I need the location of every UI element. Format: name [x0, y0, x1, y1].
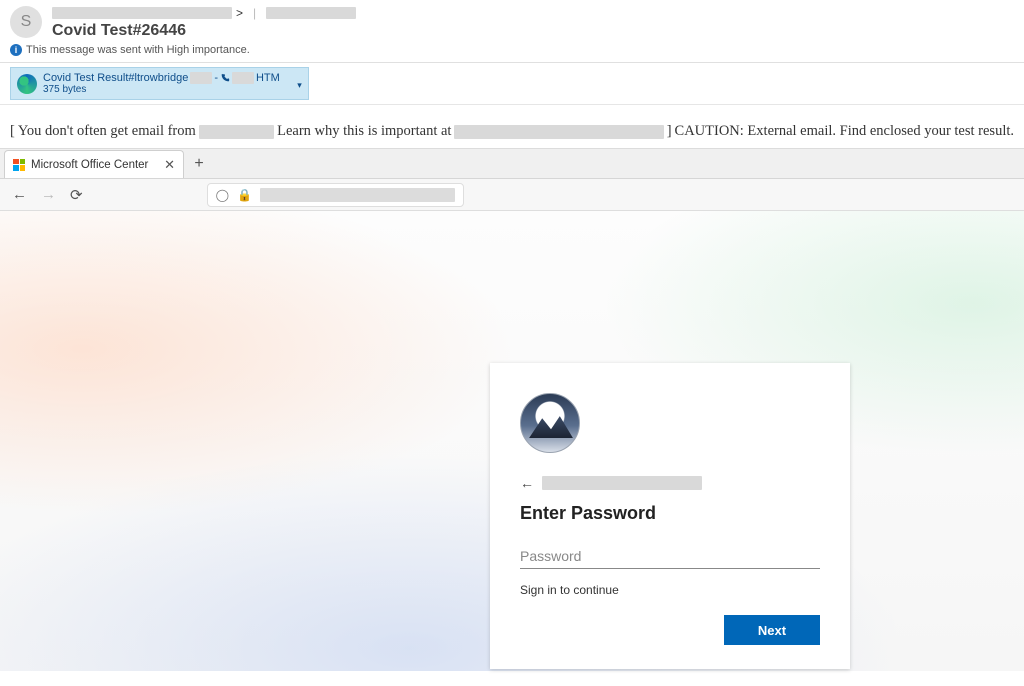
tab-active[interactable]: Microsoft Office Center ✕: [4, 150, 184, 178]
browser-window: Microsoft Office Center ✕ + ← → ⟳ ◯ 🔒 ← …: [0, 148, 1024, 671]
attachment-name-suffix: HTM: [256, 72, 280, 84]
url-field[interactable]: ◯ 🔒: [207, 183, 464, 207]
from-line: > |: [52, 6, 1014, 20]
password-input[interactable]: [520, 542, 820, 569]
attachment-dash: -: [214, 72, 218, 84]
redacted-account-email: [542, 476, 702, 490]
angle-close: >: [236, 6, 243, 20]
page-content: ← Enter Password Sign in to continue Nex…: [0, 211, 1024, 671]
attachment-size: 375 bytes: [43, 84, 280, 95]
attachment-text: Covid Test Result#ltrowbridge - HTM 375 …: [43, 72, 280, 95]
lock-warning-icon: 🔒: [237, 188, 252, 202]
email-body: [ You don't often get email from Learn w…: [0, 105, 1024, 148]
next-button[interactable]: Next: [724, 615, 820, 645]
body-text-1: You don't often get email from: [18, 123, 196, 140]
importance-text: This message was sent with High importan…: [26, 44, 250, 56]
body-bracket-close: ]: [667, 123, 672, 140]
sender-meta: > | Covid Test#26446: [52, 6, 1014, 40]
sender-avatar: S: [10, 6, 42, 38]
redacted-sender-name: [52, 7, 232, 19]
login-card: ← Enter Password Sign in to continue Nex…: [490, 363, 850, 669]
attachment-name: Covid Test Result#ltrowbridge - HTM: [43, 72, 280, 84]
attachment-chip[interactable]: Covid Test Result#ltrowbridge - HTM 375 …: [10, 67, 309, 100]
redacted-from-address: [199, 125, 274, 139]
email-header: S > | Covid Test#26446 i This message wa…: [0, 0, 1024, 63]
edge-icon: [17, 74, 37, 94]
shield-icon: ◯: [216, 188, 229, 202]
back-arrow-icon[interactable]: ←: [520, 475, 534, 491]
account-back-row[interactable]: ←: [520, 475, 820, 491]
sender-row: S > | Covid Test#26446: [10, 6, 1014, 40]
body-caution: CAUTION: External email. Find enclosed y…: [675, 123, 1014, 140]
nav-forward-icon[interactable]: →: [41, 186, 56, 203]
info-icon: i: [10, 44, 22, 56]
microsoft-logo-icon: [13, 159, 25, 171]
body-bracket-open: [: [10, 123, 15, 140]
login-heading: Enter Password: [520, 503, 820, 524]
redacted-url: [260, 188, 455, 202]
redacted-recipient: [266, 7, 356, 19]
pipe-separator: |: [253, 6, 256, 20]
login-hint: Sign in to continue: [520, 583, 820, 597]
redacted-attachment-frag: [190, 72, 212, 84]
brand-logo-icon: [520, 393, 580, 453]
new-tab-button[interactable]: +: [184, 150, 214, 178]
tab-strip: Microsoft Office Center ✕ +: [0, 149, 1024, 179]
email-subject: Covid Test#26446: [52, 22, 1014, 40]
login-button-row: Next: [520, 615, 820, 645]
tab-close-icon[interactable]: ✕: [164, 157, 175, 173]
redacted-learn-url: [454, 125, 663, 139]
address-bar: ← → ⟳ ◯ 🔒: [0, 179, 1024, 211]
tab-title: Microsoft Office Center: [31, 159, 148, 171]
nav-reload-icon[interactable]: ⟳: [70, 186, 83, 204]
importance-row: i This message was sent with High import…: [10, 44, 1014, 56]
phone-icon: [220, 73, 230, 83]
redacted-attachment-frag2: [232, 72, 254, 84]
attachment-bar: Covid Test Result#ltrowbridge - HTM 375 …: [0, 63, 1024, 105]
body-text-2: Learn why this is important at: [277, 123, 451, 140]
chevron-down-icon[interactable]: ▾: [297, 80, 302, 91]
attachment-name-prefix: Covid Test Result#ltrowbridge: [43, 72, 188, 84]
nav-back-icon[interactable]: ←: [12, 186, 27, 203]
